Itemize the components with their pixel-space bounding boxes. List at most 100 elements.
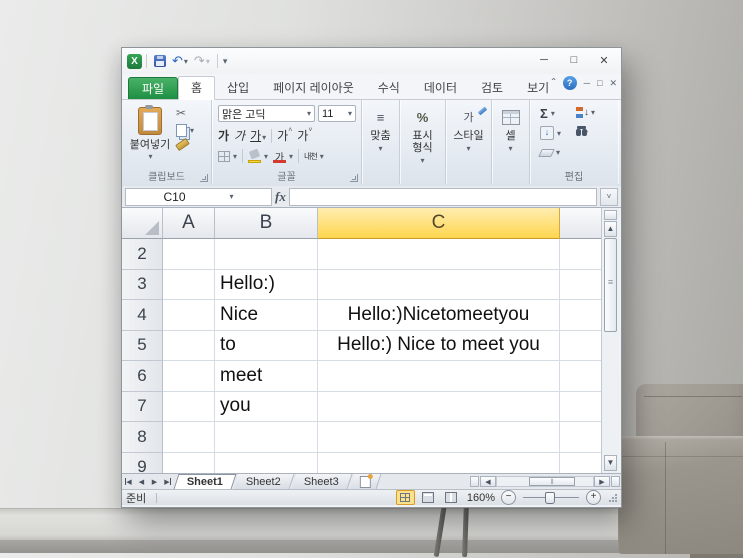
tab-data[interactable]: 데이터 — [412, 77, 469, 99]
cell-C[interactable] — [318, 391, 560, 422]
font-name-combo[interactable]: 맑은 고딕 ▾ — [218, 105, 315, 122]
scroll-down-icon[interactable]: ▼ — [604, 455, 617, 471]
page-break-view-button[interactable] — [442, 490, 461, 505]
italic-button[interactable]: 가 — [234, 127, 245, 144]
expand-formula-bar-icon[interactable]: ˅ — [600, 187, 618, 206]
tab-split-handle[interactable] — [611, 476, 620, 487]
zoom-level[interactable]: 160% — [467, 492, 495, 504]
format-painter-icon[interactable] — [175, 137, 190, 152]
cell-D-partial[interactable] — [560, 392, 601, 422]
page-layout-view-button[interactable] — [419, 490, 438, 505]
cell-B[interactable]: meet — [215, 361, 318, 392]
row-header[interactable]: 8 — [122, 422, 163, 453]
sort-filter-button[interactable]: ↓ ▾ — [576, 106, 595, 119]
cell-C[interactable] — [318, 239, 560, 270]
dialog-launcher-icon[interactable] — [200, 174, 208, 182]
cut-icon[interactable]: ✂ — [176, 106, 186, 120]
workbook-minimize-icon[interactable]: ─ — [584, 78, 590, 88]
font-color-button[interactable]: 가 ▾ — [273, 149, 293, 164]
cell-A[interactable] — [163, 300, 215, 331]
cell-D-partial[interactable] — [560, 331, 601, 361]
cell-D-partial[interactable] — [560, 453, 601, 474]
cell-A[interactable] — [163, 330, 215, 361]
cell-A[interactable] — [163, 452, 215, 473]
name-box[interactable]: C10 ▾ — [125, 187, 272, 206]
first-sheet-icon[interactable]: ◀ — [122, 474, 135, 489]
zoom-out-button[interactable]: − — [501, 490, 516, 505]
close-button[interactable]: ✕ — [589, 48, 619, 72]
phonetic-button[interactable]: 내천 ▾ — [304, 151, 324, 162]
clear-button[interactable]: ▾ — [538, 148, 560, 157]
collapse-ribbon-icon[interactable]: ˆ — [552, 77, 556, 89]
undo-button[interactable]: ↶ ▾ — [170, 54, 190, 68]
tab-formulas[interactable]: 수식 — [366, 77, 412, 99]
cell-A[interactable] — [163, 239, 215, 270]
normal-view-button[interactable] — [395, 490, 415, 505]
cell-B[interactable]: you — [215, 391, 318, 422]
scroll-left-icon[interactable]: ◀ — [480, 476, 496, 487]
styles-group-button[interactable]: 가 스타일 ▾ — [446, 100, 492, 184]
cell-D-partial[interactable] — [560, 422, 601, 453]
customize-qat-icon[interactable]: ▾ — [223, 56, 228, 67]
tab-review[interactable]: 검토 — [469, 77, 515, 99]
horizontal-scrollbar[interactable]: ⦀ — [496, 476, 594, 487]
formula-input[interactable] — [288, 187, 597, 206]
decrease-font-button[interactable]: 가˅ — [297, 127, 312, 144]
cell-D-partial[interactable] — [560, 239, 601, 270]
last-sheet-icon[interactable]: ▶ — [161, 474, 174, 489]
cell-C[interactable] — [318, 422, 560, 453]
autosum-button[interactable]: Σ ▾ — [540, 106, 555, 121]
cell-B[interactable]: Hello:) — [215, 269, 318, 300]
cell-B[interactable] — [215, 422, 318, 453]
scroll-up-icon[interactable]: ▲ — [604, 221, 617, 237]
row-header[interactable]: 9 — [122, 452, 163, 473]
insert-sheet-tab[interactable] — [349, 474, 382, 489]
sheet-tab-sheet2[interactable]: Sheet2 — [233, 474, 295, 489]
cell-B[interactable]: Nice — [215, 300, 318, 331]
font-size-combo[interactable]: 11 ▾ — [318, 105, 356, 122]
maximize-button[interactable]: □ — [559, 48, 589, 72]
cell-C[interactable]: Hello:) Nice to meet you — [318, 330, 560, 361]
next-sheet-icon[interactable]: ▶ — [148, 474, 161, 489]
sheet-tab-sheet1[interactable]: Sheet1 — [173, 474, 237, 489]
column-header-B[interactable]: B — [215, 208, 318, 239]
column-header-C-selected[interactable]: C — [318, 208, 560, 239]
cell-D-partial[interactable] — [560, 300, 601, 331]
cell-D-partial[interactable] — [560, 361, 601, 392]
help-icon[interactable]: ? — [562, 76, 577, 90]
select-all-corner[interactable] — [122, 208, 163, 239]
column-header-A[interactable]: A — [163, 208, 215, 239]
copy-button[interactable]: ▾ — [176, 124, 194, 137]
borders-button[interactable]: ▾ — [218, 150, 237, 162]
row-header[interactable]: 6 — [122, 361, 163, 392]
cell-A[interactable] — [163, 391, 215, 422]
dialog-launcher-icon[interactable] — [350, 174, 358, 182]
number-group-button[interactable]: % 표시 형식 ▾ — [400, 100, 446, 184]
tab-split-handle[interactable] — [470, 476, 479, 487]
row-header[interactable]: 3 — [122, 269, 163, 300]
tab-page-layout[interactable]: 페이지 레이아웃 — [261, 77, 366, 99]
cell-A[interactable] — [163, 269, 215, 300]
minimize-button[interactable]: ─ — [529, 48, 559, 72]
zoom-slider[interactable] — [523, 492, 579, 504]
row-header[interactable]: 2 — [122, 239, 163, 270]
underline-button[interactable]: 가▾ — [250, 127, 266, 144]
row-header[interactable]: 7 — [122, 391, 163, 422]
redo-button[interactable]: ↷ ▾ — [192, 54, 212, 68]
tab-file[interactable]: 파일 — [128, 77, 178, 99]
workbook-close-icon[interactable]: ✕ — [609, 78, 617, 88]
cell-C[interactable]: Hello:)Nicetomeetyou — [318, 300, 560, 331]
cell-B[interactable]: to — [215, 330, 318, 361]
fill-color-button[interactable]: ▾ — [248, 148, 268, 163]
cell-A[interactable] — [163, 422, 215, 453]
tab-home[interactable]: 홈 — [178, 76, 216, 100]
bold-button[interactable]: 가 — [218, 127, 229, 144]
cell-A[interactable] — [163, 361, 215, 392]
alignment-group-button[interactable]: ≡ 맞춤 ▾ — [362, 100, 400, 184]
cell-C[interactable] — [318, 269, 560, 300]
zoom-slider-thumb[interactable] — [545, 492, 555, 504]
insert-function-icon[interactable]: fx — [275, 189, 286, 205]
cell-D-partial[interactable] — [560, 270, 601, 300]
cells-group-button[interactable]: 셀 ▾ — [492, 100, 530, 184]
resize-grip[interactable] — [609, 493, 617, 502]
